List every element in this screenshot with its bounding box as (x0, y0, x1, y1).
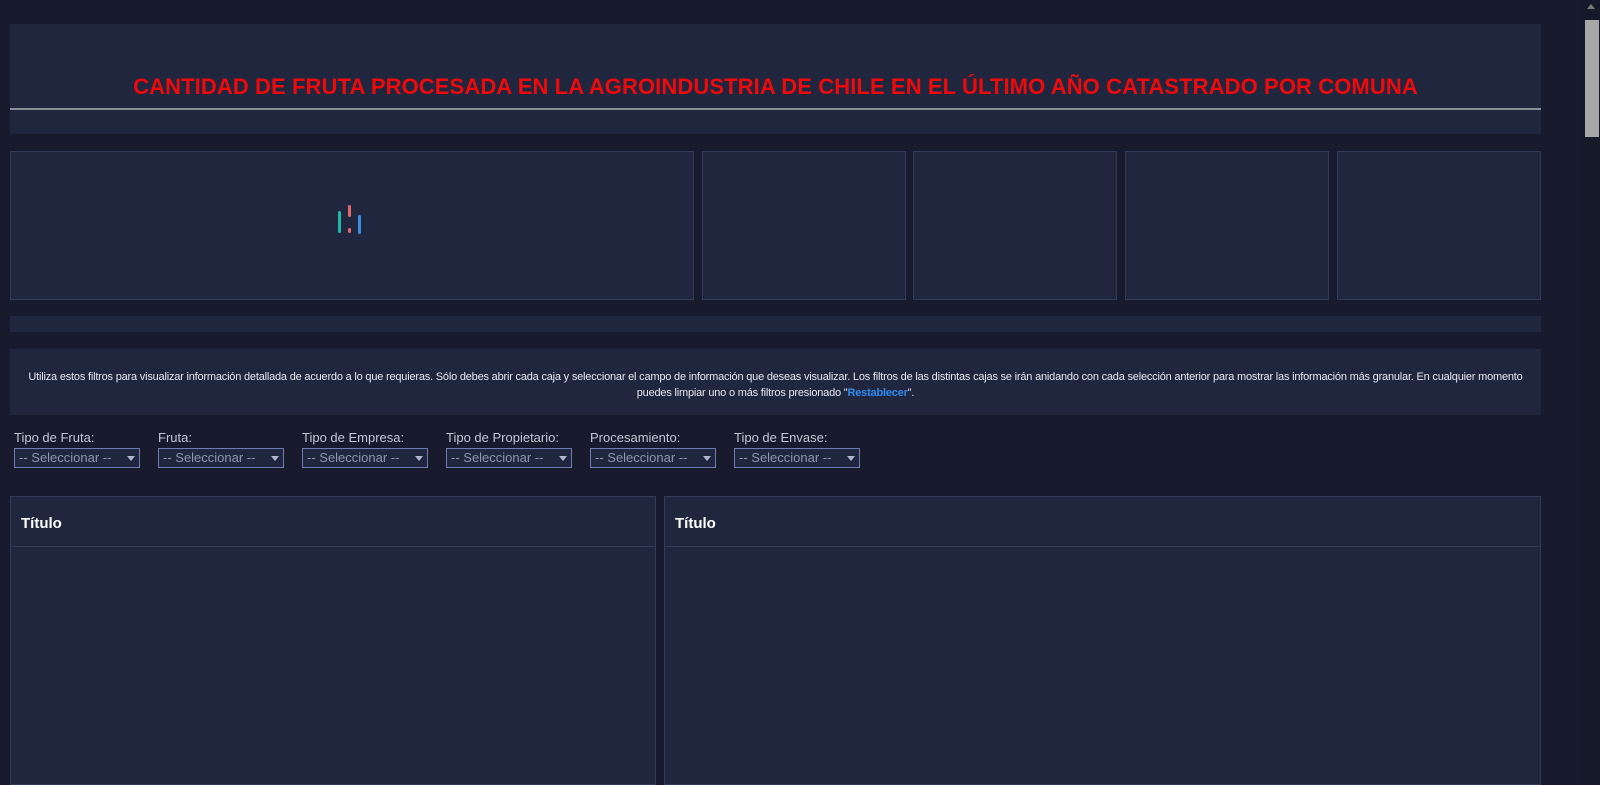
select-value: -- Seleccionar -- (451, 450, 544, 465)
scroll-up-icon[interactable] (1587, 4, 1595, 9)
instructions-text: Utiliza estos filtros para visualizar in… (28, 371, 1523, 399)
kpi-tile-1 (702, 151, 906, 300)
kpi-tile-2 (913, 151, 1117, 300)
tipo-empresa-select[interactable]: -- Seleccionar -- (302, 448, 428, 468)
select-value: -- Seleccionar -- (307, 450, 400, 465)
filter-label: Tipo de Empresa: (302, 430, 405, 445)
chart-card-left: Título (10, 496, 656, 785)
kpi-tile-3 (1125, 151, 1329, 300)
chevron-down-icon (847, 456, 855, 461)
card-title: Título (11, 497, 655, 547)
filter-instructions: Utiliza estos filtros para visualizar in… (10, 349, 1541, 415)
filter-tipo-fruta: Tipo de Fruta: -- Seleccionar -- (14, 430, 140, 468)
filter-label: Tipo de Propietario: (446, 430, 559, 445)
instructions-text-end: ". (907, 387, 915, 399)
page-scrollbar[interactable] (1582, 0, 1600, 785)
procesamiento-select[interactable]: -- Seleccionar -- (590, 448, 716, 468)
tipo-envase-select[interactable]: -- Seleccionar -- (734, 448, 860, 468)
select-value: -- Seleccionar -- (19, 450, 112, 465)
kpi-tile-4 (1337, 151, 1541, 300)
fruta-select[interactable]: -- Seleccionar -- (158, 448, 284, 468)
chevron-down-icon (127, 456, 135, 461)
reset-link[interactable]: Restablecer (848, 387, 908, 399)
chevron-down-icon (559, 456, 567, 461)
scroll-thumb[interactable] (1585, 20, 1599, 137)
loading-spinner-icon (338, 205, 362, 235)
select-value: -- Seleccionar -- (163, 450, 256, 465)
filter-tipo-empresa: Tipo de Empresa: -- Seleccionar -- (302, 430, 428, 468)
filter-label: Tipo de Envase: (734, 430, 828, 445)
filter-label: Procesamiento: (590, 430, 681, 445)
chevron-down-icon (415, 456, 423, 461)
card-title: Título (665, 497, 1540, 547)
filter-fruta: Fruta: -- Seleccionar -- (158, 430, 284, 468)
select-value: -- Seleccionar -- (595, 450, 688, 465)
tipo-propietario-select[interactable]: -- Seleccionar -- (446, 448, 572, 468)
chart-card-right: Título (664, 496, 1541, 785)
filter-procesamiento: Procesamiento: -- Seleccionar -- (590, 430, 716, 468)
chevron-down-icon (271, 456, 279, 461)
separator-strip (10, 316, 1541, 332)
filter-tipo-envase: Tipo de Envase: -- Seleccionar -- (734, 430, 860, 468)
tipo-fruta-select[interactable]: -- Seleccionar -- (14, 448, 140, 468)
header-divider (10, 108, 1541, 110)
chevron-down-icon (703, 456, 711, 461)
filter-tipo-propietario: Tipo de Propietario: -- Seleccionar -- (446, 430, 572, 468)
header-panel: CANTIDAD DE FRUTA PROCESADA EN LA AGROIN… (10, 24, 1541, 134)
select-value: -- Seleccionar -- (739, 450, 832, 465)
page-title: CANTIDAD DE FRUTA PROCESADA EN LA AGROIN… (133, 74, 1418, 99)
filter-label: Tipo de Fruta: (14, 430, 95, 445)
filter-label: Fruta: (158, 430, 192, 445)
